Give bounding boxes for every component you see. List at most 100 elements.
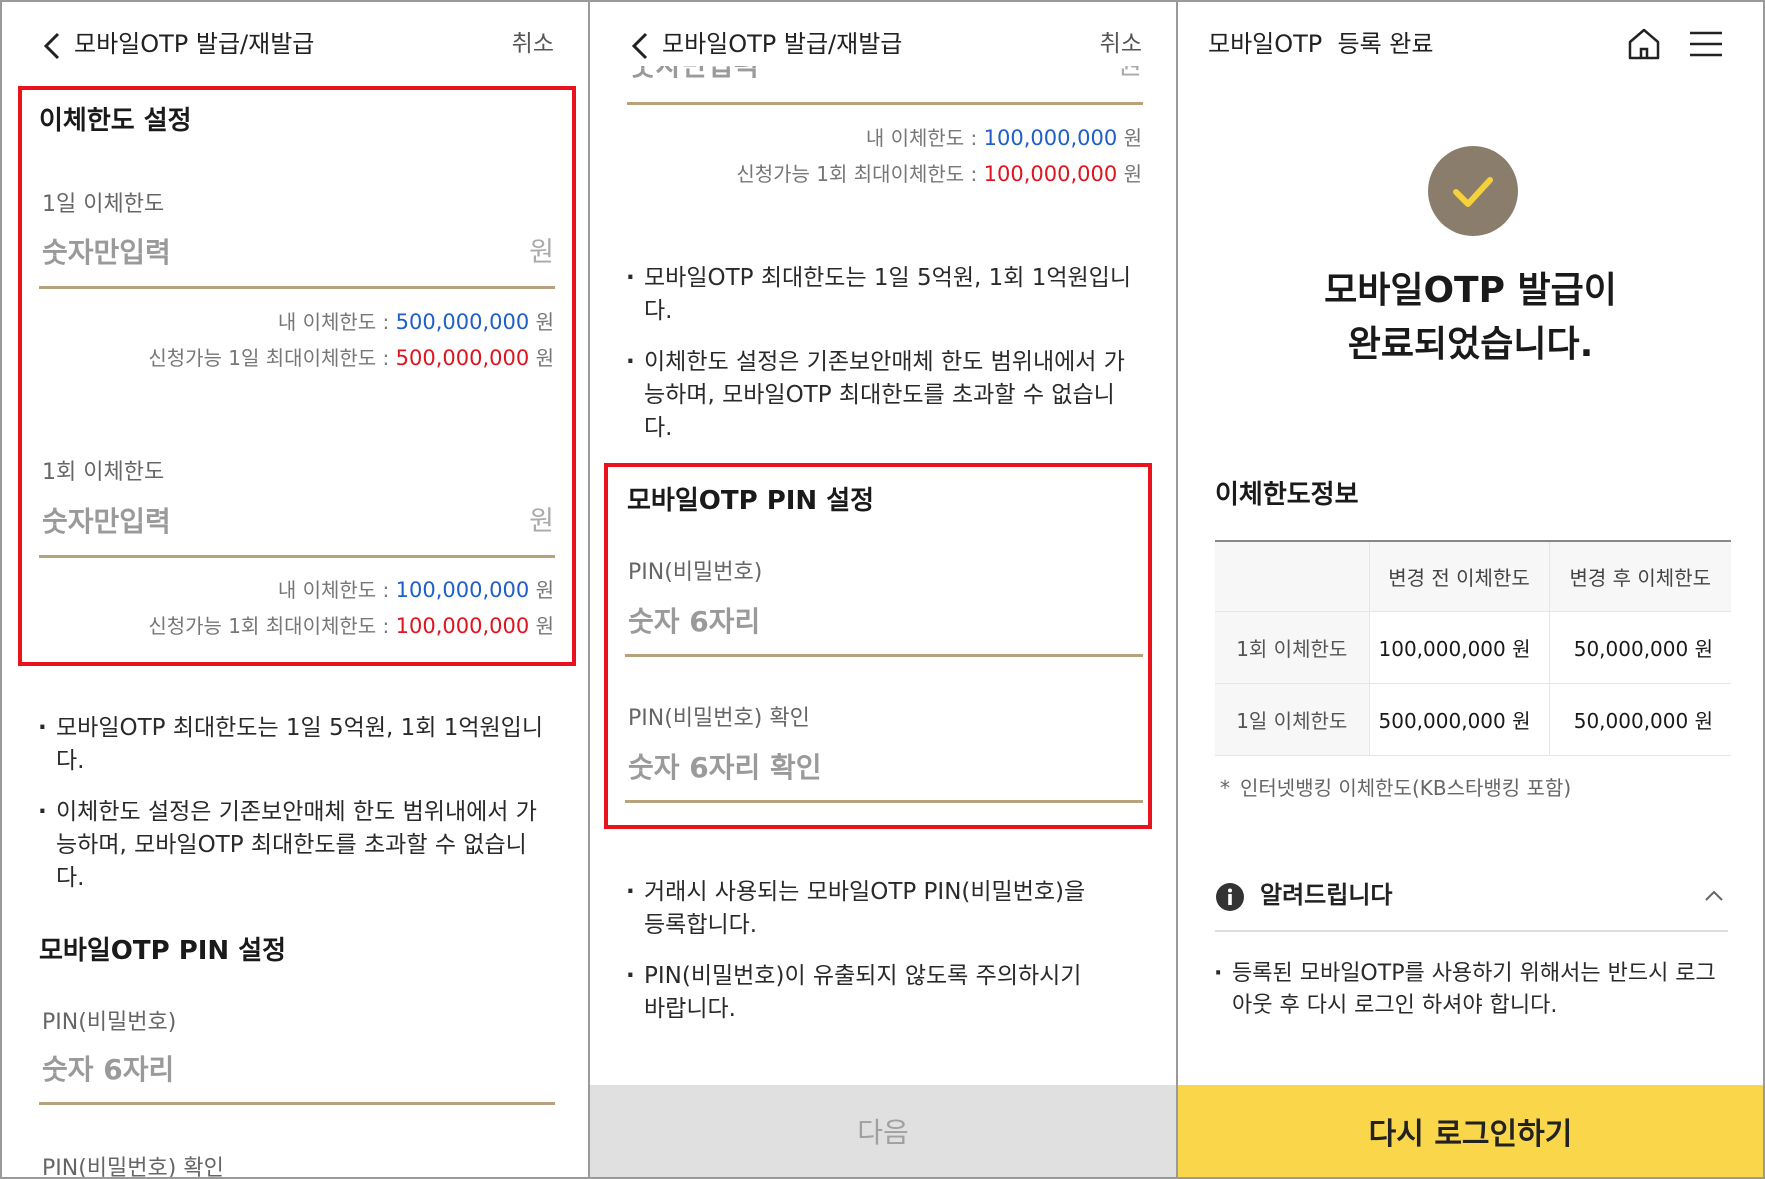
won-unit: 원 — [535, 578, 554, 602]
limit-info-table: 변경 전 이체한도 변경 후 이체한도 1회 이체한도 100,000,000 … — [1215, 540, 1731, 756]
pin-input[interactable]: 숫자 6자리 — [42, 1052, 174, 1088]
list-item: 이체한도 설정은 기존보안매체 한도 범위내에서 가능하며, 모바일OTP 최대… — [34, 796, 554, 895]
table-cell: 100,000,000 원 — [1368, 611, 1549, 684]
my-limit-value: 100,000,000 — [983, 126, 1118, 150]
once-limit-underline — [627, 102, 1143, 105]
once-limit-label: 1회 이체한도 — [42, 460, 165, 485]
once-my-limit: 내 이체한도 : 100,000,000 원 — [278, 576, 554, 604]
footnote: * 인터넷뱅킹 이체한도(KB스타뱅킹 포함) — [1220, 774, 1571, 802]
daily-my-limit: 내 이체한도 : 500,000,000 원 — [278, 308, 554, 336]
asterisk-icon: * — [1220, 776, 1230, 800]
won-unit: 원 — [535, 346, 554, 370]
footnote-text: 인터넷뱅킹 이체한도(KB스타뱅킹 포함) — [1240, 776, 1572, 800]
max-limit-label: 신청가능 1회 최대이체한도 : — [736, 162, 984, 186]
daily-limit-unit: 원 — [529, 237, 554, 268]
section-title-pin: 모바일OTP PIN 설정 — [627, 486, 875, 516]
once-max-limit: 신청가능 1회 최대이체한도 : 100,000,000 원 — [148, 612, 554, 640]
pin-confirm-label: PIN(비밀번호) 확인 — [42, 1156, 224, 1179]
won-unit: 원 — [1123, 162, 1142, 186]
won-unit: 원 — [535, 310, 554, 334]
back-arrow-icon[interactable] — [624, 28, 660, 64]
max-limit-label: 신청가능 1일 최대이체한도 : — [148, 346, 396, 370]
pin-label: PIN(비밀번호) — [628, 560, 763, 585]
pin-underline — [39, 1102, 555, 1105]
completion-line-1: 모바일OTP 발급이 — [1324, 270, 1617, 311]
my-limit-value: 100,000,000 — [395, 578, 530, 602]
once-limit-unit-partial: 원 — [1117, 66, 1142, 84]
max-limit-label: 신청가능 1회 최대이체한도 : — [148, 614, 396, 638]
section-title-pin: 모바일OTP PIN 설정 — [39, 936, 287, 966]
table-cell: 50,000,000 원 — [1548, 611, 1731, 684]
cancel-button[interactable]: 취소 — [1100, 28, 1142, 60]
next-button[interactable]: 다음 — [590, 1085, 1176, 1177]
table-cell: 50,000,000 원 — [1548, 683, 1731, 756]
list-item: 이체한도 설정은 기존보안매체 한도 범위내에서 가능하며, 모바일OTP 최대… — [622, 346, 1142, 445]
table-cell: 500,000,000 원 — [1368, 683, 1549, 756]
my-limit-value: 500,000,000 — [395, 310, 530, 334]
panel-otp-issue-step2: 모바일OTP 발급/재발급 취소 숫자만입력 원 내 이체한도 : 100,00… — [588, 0, 1178, 1179]
pin-confirm-input[interactable]: 숫자 6자리 확인 — [628, 750, 822, 786]
menu-icon[interactable] — [1686, 24, 1726, 64]
completion-line-2: 완료되었습니다. — [1347, 324, 1594, 365]
pin-input[interactable]: 숫자 6자리 — [628, 604, 760, 640]
table-header-blank — [1215, 541, 1369, 612]
table-header: 변경 후 이체한도 — [1548, 541, 1731, 612]
once-limit-unit: 원 — [529, 506, 554, 537]
list-item: 모바일OTP 최대한도는 1일 5억원, 1회 1억원입니다. — [622, 262, 1142, 328]
table-row: 1회 이체한도 100,000,000 원 50,000,000 원 — [1215, 611, 1731, 684]
back-arrow-icon[interactable] — [36, 28, 72, 64]
notice-title[interactable]: 알려드립니다 — [1260, 878, 1392, 912]
max-limit-value: 500,000,000 — [395, 346, 530, 370]
relogin-button[interactable]: 다시 로그인하기 — [1178, 1085, 1763, 1177]
notes-list: 모바일OTP 최대한도는 1일 5억원, 1회 1억원입니다. 이체한도 설정은… — [622, 262, 1142, 463]
once-limit-input-partial[interactable]: 숫자만입력 — [630, 66, 759, 84]
page-title: 모바일OTP 등록 완료 — [1208, 30, 1434, 58]
pin-confirm-underline — [625, 800, 1143, 803]
pin-label: PIN(비밀번호) — [42, 1010, 177, 1035]
header: 모바일OTP 발급/재발급 취소 — [2, 2, 588, 92]
table-header: 변경 전 이체한도 — [1368, 541, 1549, 612]
my-limit-label: 내 이체한도 : — [865, 126, 984, 150]
daily-limit-input[interactable]: 숫자만입력 — [42, 235, 171, 271]
home-icon[interactable] — [1624, 24, 1664, 64]
table-header-row: 변경 전 이체한도 변경 후 이체한도 — [1215, 541, 1731, 612]
won-unit: 원 — [1123, 126, 1142, 150]
header: 모바일OTP 등록 완료 — [1178, 2, 1763, 92]
page-title: 모바일OTP 발급/재발급 — [662, 30, 903, 58]
table-row-head: 1회 이체한도 — [1215, 611, 1369, 684]
list-item: PIN(비밀번호)이 유출되지 않도록 주의하시기 바랍니다. — [622, 960, 1092, 1026]
completion-message: 모바일OTP 발급이 완료되었습니다. — [1178, 264, 1763, 372]
list-item: 모바일OTP 최대한도는 1일 5억원, 1회 1억원입니다. — [34, 712, 554, 778]
check-circle-icon — [1428, 146, 1518, 236]
panel-otp-complete: 모바일OTP 등록 완료 모바일OTP 발급이 완료되었습니다. 이체한도정보 … — [1176, 0, 1765, 1179]
pin-notes-list: 거래시 사용되는 모바일OTP PIN(비밀번호)을 등록합니다. PIN(비밀… — [622, 876, 1092, 1044]
my-limit-label: 내 이체한도 : — [277, 310, 396, 334]
once-my-limit: 내 이체한도 : 100,000,000 원 — [866, 124, 1142, 152]
panel-otp-issue-step1: 모바일OTP 발급/재발급 취소 이체한도 설정 1일 이체한도 숫자만입력 원… — [0, 0, 590, 1179]
divider — [1215, 930, 1728, 932]
section-title-limit-info: 이체한도정보 — [1215, 480, 1359, 510]
my-limit-label: 내 이체한도 : — [277, 578, 396, 602]
won-unit: 원 — [535, 614, 554, 638]
pin-underline — [625, 654, 1143, 657]
chevron-up-icon[interactable] — [1702, 884, 1726, 908]
table-row: 1일 이체한도 500,000,000 원 50,000,000 원 — [1215, 683, 1731, 756]
list-item: 거래시 사용되는 모바일OTP PIN(비밀번호)을 등록합니다. — [622, 876, 1092, 942]
page-title: 모바일OTP 발급/재발급 — [74, 30, 315, 58]
list-item: 등록된 모바일OTP를 사용하기 위해서는 반드시 로그아웃 후 다시 로그인 … — [1210, 958, 1730, 1022]
daily-limit-label: 1일 이체한도 — [42, 192, 165, 217]
notice-list: 등록된 모바일OTP를 사용하기 위해서는 반드시 로그아웃 후 다시 로그인 … — [1210, 958, 1730, 1040]
notes-list: 모바일OTP 최대한도는 1일 5억원, 1회 1억원입니다. 이체한도 설정은… — [34, 712, 554, 913]
section-title-transfer-limit: 이체한도 설정 — [39, 106, 192, 136]
table-row-head: 1일 이체한도 — [1215, 683, 1369, 756]
info-icon — [1216, 883, 1244, 911]
once-limit-input[interactable]: 숫자만입력 — [42, 504, 171, 540]
pin-confirm-label: PIN(비밀번호) 확인 — [628, 706, 810, 731]
max-limit-value: 100,000,000 — [983, 162, 1118, 186]
cancel-button[interactable]: 취소 — [512, 28, 554, 60]
max-limit-value: 100,000,000 — [395, 614, 530, 638]
scrolled-field-clip: 숫자만입력 원 — [590, 66, 1176, 96]
once-limit-underline — [39, 555, 555, 558]
daily-limit-underline — [39, 286, 555, 289]
once-max-limit: 신청가능 1회 최대이체한도 : 100,000,000 원 — [736, 160, 1142, 188]
